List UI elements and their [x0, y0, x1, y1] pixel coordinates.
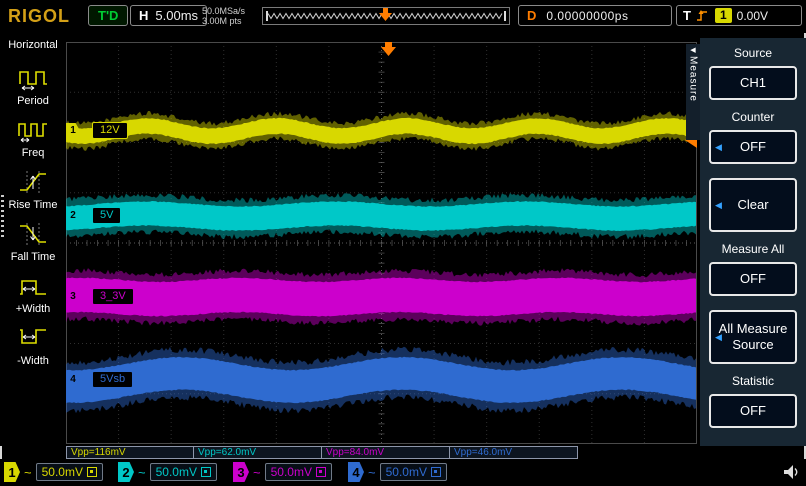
memory-depth: 3.00M pts: [202, 16, 242, 26]
ch4-badge: 4: [348, 462, 364, 482]
probe-icon: [430, 467, 441, 477]
graticule-and-traces: [65, 41, 698, 444]
trigger-position-marker-mini: [383, 8, 388, 13]
horizontal-position-indicator[interactable]: [262, 6, 510, 31]
ch4-ref-label: 5Vsb: [92, 371, 134, 388]
ch3-ref-label: 3_3V: [92, 288, 134, 305]
menu-item-freq[interactable]: Freq: [17, 116, 49, 159]
source-button[interactable]: CH1: [709, 66, 797, 100]
scroll-indicator: [1, 195, 4, 239]
vpp-readout-ch2: Vpp=62.0mV: [194, 446, 322, 459]
ch1-ref-label: 12V: [92, 122, 128, 139]
ch4-status[interactable]: 4 ~ 50.0mV: [348, 462, 447, 482]
measure-all-title: Measure All: [721, 242, 785, 256]
ch2-ref-label: 5V: [92, 207, 122, 224]
counter-title: Counter: [731, 110, 775, 124]
oscilloscope-screen: RIGOL T'D H 5.00ms 50.0MSa/s 3.00M pts D…: [0, 0, 806, 486]
probe-icon: [86, 467, 97, 477]
measure-tab-label: Measure: [687, 56, 699, 102]
statistic-button[interactable]: OFF: [709, 394, 797, 428]
clear-button[interactable]: ◀ Clear: [709, 178, 797, 232]
ch4-scale: 50.0mV: [379, 463, 447, 481]
delay-box[interactable]: D 0.00000000ps: [518, 5, 672, 26]
ch2-badge: 2: [118, 462, 134, 482]
top-status-bar: RIGOL T'D H 5.00ms 50.0MSa/s 3.00M pts D…: [0, 0, 806, 33]
menu-item-rise-time[interactable]: Rise Time: [9, 168, 57, 211]
speaker-icon: [784, 465, 798, 479]
counter-button[interactable]: ◀ OFF: [709, 130, 797, 164]
trigger-level-value: 0.00V: [736, 8, 768, 23]
chevron-left-icon: ◀: [715, 142, 722, 152]
ch2-coupling-icon: ~: [138, 464, 146, 480]
memory-waveform-preview: [262, 7, 510, 25]
minus-width-icon: [20, 329, 46, 344]
ch3-coupling-icon: ~: [253, 464, 261, 480]
ch3-status[interactable]: 3 ~ 50.0mV: [233, 462, 332, 482]
ch1-coupling-icon: ~: [24, 464, 32, 480]
menu-item-period[interactable]: Period: [17, 64, 49, 107]
period-icon: [19, 71, 47, 91]
measurement-readouts: Vpp=116mV Vpp=62.0mV Vpp=84.0mV Vpp=46.0…: [66, 446, 578, 459]
trigger-info-box[interactable]: T 1 0.00V: [676, 5, 802, 26]
trigger-status-badge: T'D: [88, 5, 129, 26]
ch1-status[interactable]: 1 ~ 50.0mV: [4, 462, 103, 482]
menu-item-plus-width[interactable]: +Width: [16, 272, 50, 315]
menu-collapse-icon: ◀: [690, 47, 696, 54]
vpp-readout-ch3: Vpp=84.0mV: [322, 446, 450, 459]
plus-width-icon: [19, 280, 46, 295]
probe-icon: [200, 467, 211, 477]
timebase-box[interactable]: H 5.00ms: [130, 5, 208, 26]
d-label: D: [527, 8, 537, 23]
trigger-source-badge: 1: [714, 8, 732, 23]
sample-rate-readout: 50.0MSa/s 3.00M pts: [202, 6, 245, 26]
h-label: H: [139, 8, 149, 23]
probe-icon: [315, 467, 326, 477]
timebase-value: 5.00ms: [155, 8, 199, 23]
delay-value: 0.00000000ps: [546, 8, 629, 23]
rise-time-icon: [20, 171, 46, 193]
source-title: Source: [733, 46, 773, 60]
ch1-badge: 1: [4, 462, 20, 482]
all-measure-source-button[interactable]: ◀ All Measure Source: [709, 310, 797, 364]
measure-all-button[interactable]: OFF: [709, 262, 797, 296]
freq-icon: [18, 123, 47, 143]
measure-menu-tab[interactable]: ◀ Measure: [686, 44, 700, 140]
ch1-scale: 50.0mV: [35, 463, 103, 481]
fall-time-icon: [20, 223, 46, 245]
ch3-badge: 3: [233, 462, 249, 482]
ch2-scale: 50.0mV: [149, 463, 217, 481]
ch3-scale: 50.0mV: [264, 463, 332, 481]
chevron-left-icon: ◀: [715, 332, 722, 342]
chevron-left-icon: ◀: [715, 200, 722, 210]
channel-status-bar: 1 ~ 50.0mV 2 ~ 50.0mV 3 ~ 50.0mV 4 ~ 50.…: [0, 459, 806, 486]
rigol-logo: RIGOL: [8, 6, 70, 26]
statistic-title: Statistic: [731, 374, 774, 388]
left-menu-title: Horizontal: [8, 39, 58, 51]
waveform-display: 1 2 3 4 12V 5V 3_3V 5Vsb: [65, 41, 698, 444]
vpp-readout-ch1: Vpp=116mV: [66, 446, 194, 459]
menu-item-minus-width[interactable]: -Width: [17, 324, 49, 367]
ch4-coupling-icon: ~: [368, 464, 376, 480]
t-label: T: [683, 8, 691, 23]
measure-menu-panel: Source CH1 Counter ◀ OFF ◀ Clear Measure…: [700, 38, 806, 446]
trigger-slope-icon: [696, 9, 707, 21]
menu-item-fall-time[interactable]: Fall Time: [11, 220, 55, 263]
ch2-status[interactable]: 2 ~ 50.0mV: [118, 462, 217, 482]
sample-rate: 50.0MSa/s: [202, 6, 246, 16]
left-measure-menu: Horizontal Period Freq Rise Time Fall Ti…: [0, 33, 66, 446]
vpp-readout-ch4: Vpp=46.0mV: [450, 446, 578, 459]
